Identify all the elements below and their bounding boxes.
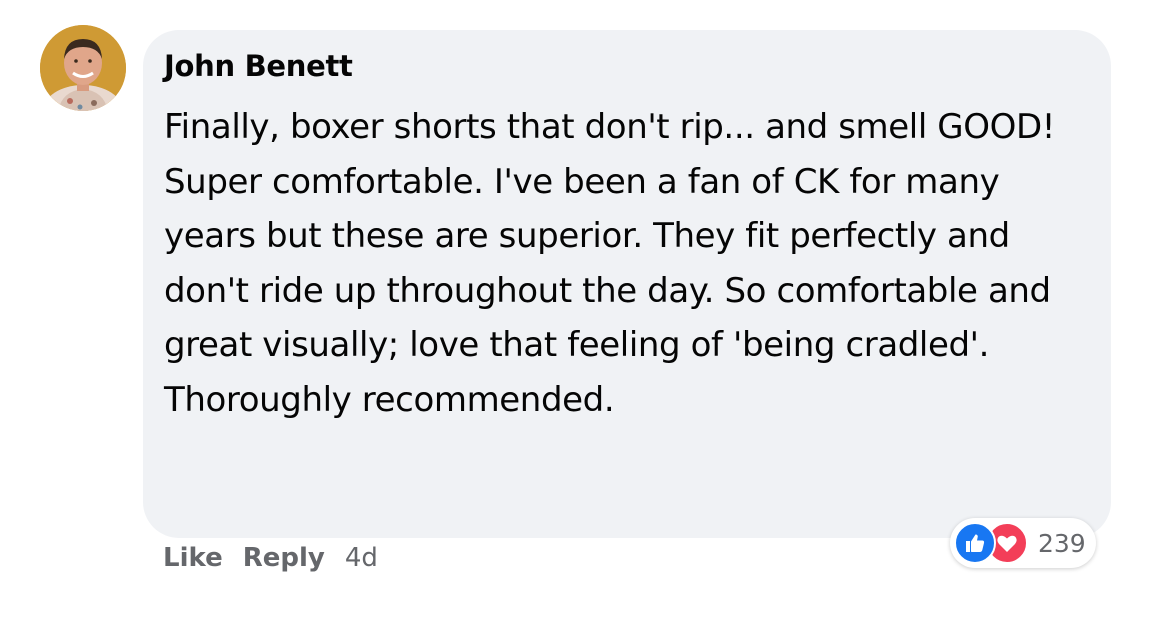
comment-text: Finally, boxer shorts that don't rip... … xyxy=(164,107,1055,420)
reaction-count: 239 xyxy=(1038,528,1086,558)
reply-button[interactable]: Reply xyxy=(243,540,325,576)
like-icon xyxy=(954,522,996,564)
comment-timestamp[interactable]: 4d xyxy=(345,540,378,576)
like-button[interactable]: Like xyxy=(163,540,223,576)
comment-author[interactable]: John Benett xyxy=(164,48,1087,84)
avatar-image xyxy=(40,25,126,111)
reactions-summary[interactable]: 239 xyxy=(950,518,1096,568)
comment-actions: Like Reply 4d xyxy=(163,540,378,576)
avatar[interactable] xyxy=(40,25,126,111)
comment-bubble: John Benett Finally, boxer shorts that d… xyxy=(143,30,1111,538)
